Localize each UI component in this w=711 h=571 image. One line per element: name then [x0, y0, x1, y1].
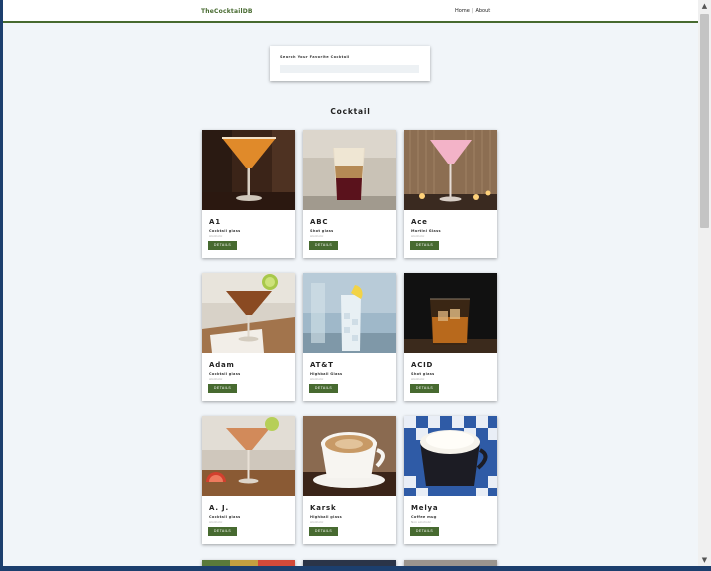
nav-link-about[interactable]: About — [475, 8, 490, 14]
cocktail-card[interactable]: ACID Shot glass Alcoholic DETAILS — [404, 273, 497, 401]
cocktail-image[interactable] — [404, 273, 497, 353]
cocktail-glass: Coffee mug — [411, 515, 437, 519]
details-button[interactable]: DETAILS — [208, 241, 237, 250]
cocktail-type: Alcoholic — [411, 234, 425, 238]
cocktail-name: AT&T — [310, 361, 334, 369]
cocktail-card[interactable]: Adam Cocktail glass Alcoholic DETAILS — [202, 273, 295, 401]
cocktail-card[interactable]: ABC Shot glass Alcoholic DETAILS — [303, 130, 396, 258]
cocktail-type: Alcoholic — [209, 234, 223, 238]
section-title: Cocktail — [330, 107, 371, 116]
cocktail-name: A1 — [209, 218, 221, 226]
details-button[interactable]: DETAILS — [410, 384, 439, 393]
details-button[interactable]: DETAILS — [410, 527, 439, 536]
cocktail-card[interactable]: Melya Coffee mug Non alcoholic DETAILS — [404, 416, 497, 544]
cocktail-glass: Cocktail glass — [209, 372, 241, 376]
details-button[interactable]: DETAILS — [208, 384, 237, 393]
brand-logo[interactable]: TheCocktailDB — [201, 8, 253, 15]
cocktail-card[interactable]: Ace Martini Glass Alcoholic DETAILS — [404, 130, 497, 258]
search-input[interactable] — [280, 65, 419, 73]
browser-viewport: TheCocktailDB Home | About Search Your Fav… — [3, 0, 698, 566]
cocktail-image[interactable] — [202, 273, 295, 353]
cocktail-type: Non alcoholic — [411, 520, 432, 524]
details-button[interactable]: DETAILS — [309, 527, 338, 536]
cocktail-glass: Shot glass — [310, 229, 334, 233]
cocktail-image[interactable] — [404, 416, 497, 496]
cocktail-image[interactable] — [202, 130, 295, 210]
nav-separator: | — [471, 8, 474, 14]
cocktail-card[interactable]: AT&T Highball Glass Alcoholic DETAILS — [303, 273, 396, 401]
taskbar-strip — [0, 566, 711, 571]
cocktail-image[interactable] — [404, 130, 497, 210]
cocktail-card[interactable]: A. J. Cocktail glass Alcoholic DETAILS — [202, 416, 295, 544]
cocktail-name: ABC — [310, 218, 329, 226]
cocktail-glass: Cocktail glass — [209, 515, 241, 519]
cocktail-name: Melya — [411, 504, 439, 512]
cocktail-name: Ace — [411, 218, 428, 226]
cocktail-glass: Cocktail glass — [209, 229, 241, 233]
cocktail-card[interactable]: A1 Cocktail glass Alcoholic DETAILS — [202, 130, 295, 258]
details-button[interactable]: DETAILS — [309, 241, 338, 250]
cocktail-name: Karsk — [310, 504, 337, 512]
details-button[interactable]: DETAILS — [410, 241, 439, 250]
search-card: Search Your Favorite Cocktail — [270, 46, 430, 81]
cocktail-grid: A1 Cocktail glass Alcoholic DETAILS ABC … — [202, 130, 502, 544]
cocktail-type: Alcoholic — [411, 377, 425, 381]
cocktail-image[interactable] — [202, 416, 295, 496]
navbar: TheCocktailDB Home | About — [3, 0, 698, 23]
cocktail-glass: Highball Glass — [310, 372, 343, 376]
cocktail-type: Alcoholic — [310, 234, 324, 238]
cocktail-image[interactable] — [303, 416, 396, 496]
vertical-scrollbar[interactable]: ▲ ▼ — [698, 0, 711, 566]
cocktail-name: Adam — [209, 361, 235, 369]
nav-links: Home | About — [455, 8, 490, 14]
chevron-up-icon[interactable]: ▲ — [698, 0, 711, 12]
cocktail-glass: Martini Glass — [411, 229, 441, 233]
details-button[interactable]: DETAILS — [208, 527, 237, 536]
cocktail-card[interactable]: Karsk Highball glass Alcoholic DETAILS — [303, 416, 396, 544]
search-label: Search Your Favorite Cocktail — [280, 55, 350, 59]
cocktail-image[interactable] — [303, 273, 396, 353]
cocktail-glass: Shot glass — [411, 372, 435, 376]
nav-link-home[interactable]: Home — [455, 8, 470, 14]
cocktail-type: Alcoholic — [310, 520, 324, 524]
cocktail-type: Alcoholic — [310, 377, 324, 381]
cocktail-glass: Highball glass — [310, 515, 343, 519]
cocktail-name: A. J. — [209, 504, 229, 512]
cocktail-type: Alcoholic — [209, 377, 223, 381]
cocktail-name: ACID — [411, 361, 434, 369]
scrollbar-thumb[interactable] — [700, 14, 709, 228]
cocktail-type: Alcoholic — [209, 520, 223, 524]
cocktail-image[interactable] — [303, 130, 396, 210]
chevron-down-icon[interactable]: ▼ — [698, 554, 711, 566]
details-button[interactable]: DETAILS — [309, 384, 338, 393]
